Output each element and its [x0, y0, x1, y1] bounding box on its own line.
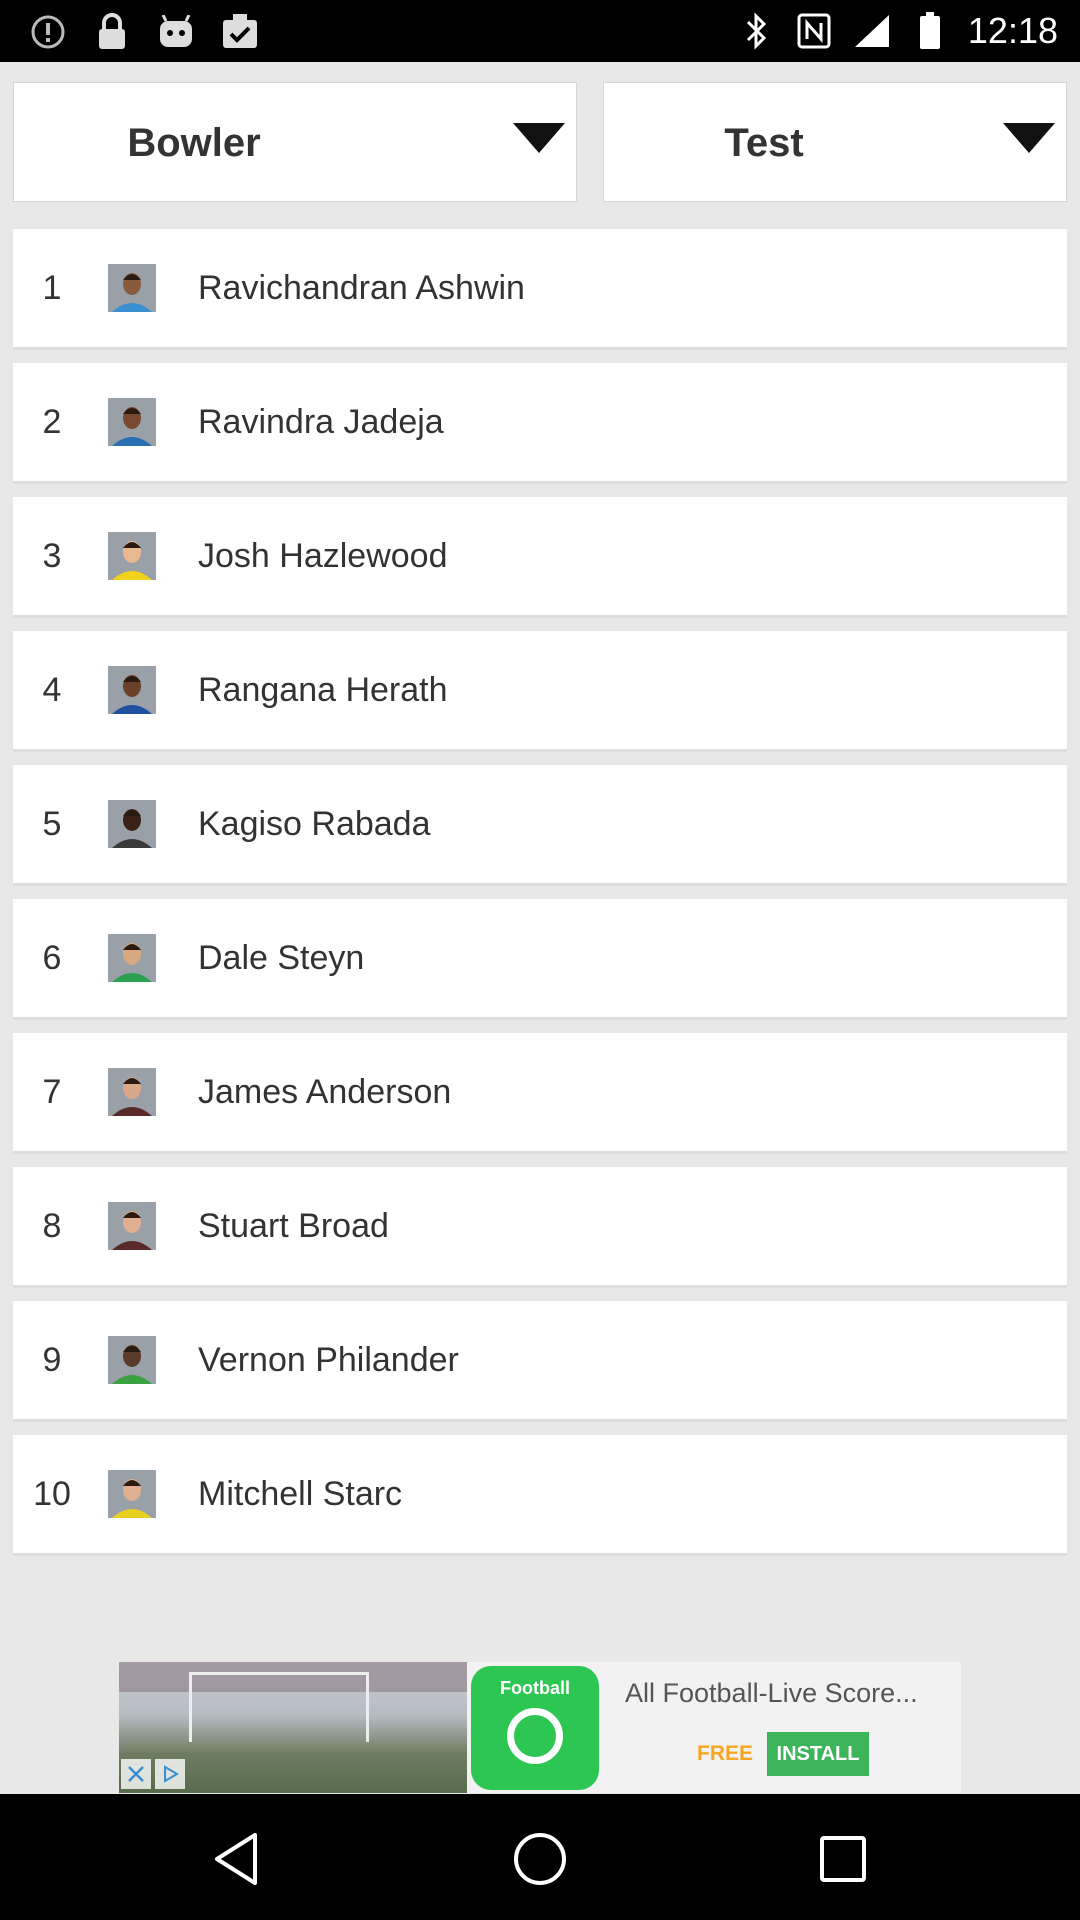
rank-number: 3	[42, 537, 62, 575]
rank-number: 4	[42, 671, 62, 709]
ad-banner[interactable]: Football All Football-Live Score... FREE…	[119, 1662, 961, 1793]
ranking-row[interactable]: 8 Stuart Broad	[13, 1167, 1067, 1288]
ad-app-logo-text: Football	[500, 1678, 570, 1698]
player-photo	[108, 934, 156, 982]
player-name: Kagiso Rabada	[198, 805, 431, 843]
player-name: Rangana Herath	[198, 671, 448, 709]
player-name: Dale Steyn	[198, 939, 365, 977]
rank-number: 1	[42, 269, 62, 307]
player-photo	[108, 1470, 156, 1518]
nfc-icon	[794, 11, 834, 51]
bluetooth-icon	[736, 11, 776, 51]
format-dropdown-label: Test	[724, 121, 804, 165]
ad-choices[interactable]	[121, 1759, 185, 1789]
rank-number: 10	[33, 1475, 71, 1513]
back-icon[interactable]	[202, 1824, 272, 1894]
ranking-row[interactable]: 7 James Anderson	[13, 1033, 1067, 1154]
category-dropdown-label: Bowler	[127, 121, 261, 165]
player-photo	[108, 264, 156, 312]
ad-choices-icon[interactable]	[155, 1759, 185, 1789]
player-name: Vernon Philander	[198, 1341, 459, 1379]
rank-number: 8	[42, 1207, 62, 1245]
lock-icon	[92, 12, 132, 52]
category-dropdown[interactable]: Bowler	[13, 82, 577, 202]
ranking-row[interactable]: 1 Ravichandran Ashwin	[13, 229, 1067, 350]
player-name: Josh Hazlewood	[198, 537, 448, 575]
rank-number: 6	[42, 939, 62, 977]
close-icon[interactable]	[121, 1759, 151, 1789]
ad-app-logo: Football	[471, 1666, 599, 1790]
ranking-row[interactable]: 3 Josh Hazlewood	[13, 497, 1067, 618]
chevron-down-icon	[513, 123, 565, 153]
home-icon[interactable]	[505, 1824, 575, 1894]
battery-icon	[910, 11, 950, 51]
navigation-bar	[0, 1794, 1080, 1920]
status-bar: 12:18	[0, 0, 1080, 62]
ad-free-label: FREE	[697, 1742, 754, 1765]
player-photo	[108, 398, 156, 446]
chevron-down-icon	[1003, 123, 1055, 153]
rankings-list: 1 Ravichandran Ashwin 2 Ravindra Jadeja 3 Jos…	[13, 229, 1067, 1569]
format-dropdown[interactable]: Test	[603, 82, 1067, 202]
signal-icon	[852, 11, 892, 51]
alert-circle-icon	[28, 12, 68, 52]
player-photo	[108, 1336, 156, 1384]
player-name: Ravindra Jadeja	[198, 403, 444, 441]
player-photo	[108, 800, 156, 848]
ranking-row[interactable]: 2 Ravindra Jadeja	[13, 363, 1067, 484]
status-time: 12:18	[967, 10, 1058, 51]
player-name: Mitchell Starc	[198, 1475, 403, 1513]
rank-number: 7	[42, 1073, 62, 1111]
ranking-row[interactable]: 4 Rangana Herath	[13, 631, 1067, 752]
player-name: Ravichandran Ashwin	[198, 269, 525, 307]
player-photo	[108, 1068, 156, 1116]
player-photo	[108, 666, 156, 714]
clipboard-check-icon	[220, 12, 260, 52]
ranking-row[interactable]: 10 Mitchell Starc	[13, 1435, 1067, 1556]
player-name: Stuart Broad	[198, 1207, 389, 1245]
ranking-row[interactable]: 6 Dale Steyn	[13, 899, 1067, 1020]
ranking-row[interactable]: 9 Vernon Philander	[13, 1301, 1067, 1422]
player-photo	[108, 532, 156, 580]
player-name: James Anderson	[198, 1073, 452, 1111]
status-bar-notifications	[28, 12, 260, 52]
ad-install-button[interactable]: INSTALL	[767, 1732, 869, 1776]
rank-number: 9	[42, 1341, 62, 1379]
soccer-ball-icon	[507, 1708, 563, 1764]
ranking-row[interactable]: 5 Kagiso Rabada	[13, 765, 1067, 886]
recent-apps-icon[interactable]	[808, 1824, 878, 1894]
rank-number: 2	[42, 403, 62, 441]
rank-number: 5	[42, 805, 62, 843]
android-icon	[156, 12, 196, 52]
ad-title: All Football-Live Score...	[625, 1678, 918, 1708]
status-bar-system: 12:18	[736, 10, 1058, 52]
player-photo	[108, 1202, 156, 1250]
